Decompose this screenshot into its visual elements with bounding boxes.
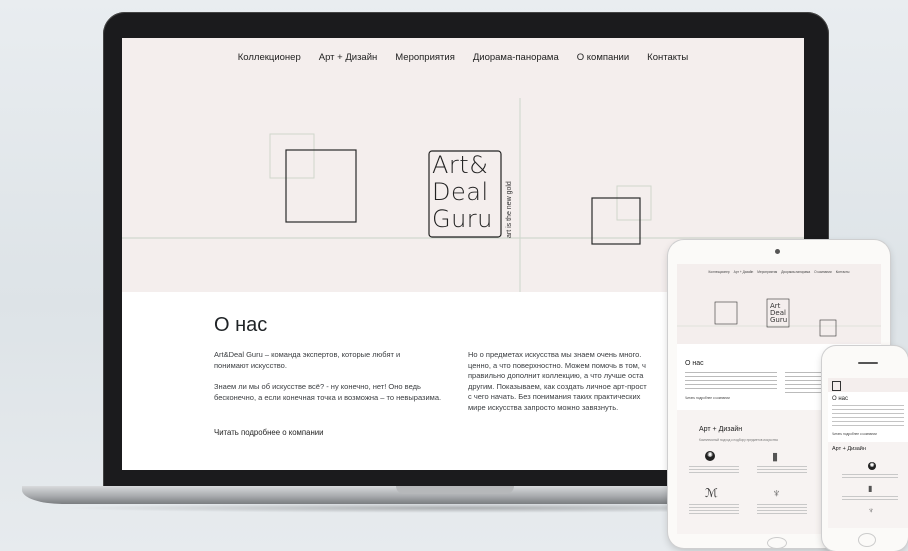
- logo-line-2: Deal: [432, 178, 489, 206]
- tablet-card-text: [689, 504, 739, 514]
- tablet-hero-decor: Art Deal Guru: [677, 298, 881, 337]
- phone-about-text: [832, 405, 904, 429]
- read-more-link[interactable]: Читать подробнее о компании: [214, 428, 324, 437]
- phone-card-text: [842, 474, 898, 480]
- phone-speaker: [858, 362, 878, 364]
- about-left-p1: Art&Deal Guru – команда экспертов, котор…: [214, 350, 401, 370]
- phone-card-text: [842, 496, 898, 502]
- lamp-icon: ♆: [772, 486, 781, 500]
- tablet-read-more[interactable]: Читать подробнее о компании: [685, 396, 730, 400]
- phone-read-more[interactable]: Читать подробнее о компании: [832, 432, 877, 436]
- frame-light-right: [616, 185, 652, 221]
- phone-home-button: [858, 533, 876, 547]
- about-left-p2: Знаем ли мы об искусстве всё? - ну конеч…: [214, 382, 442, 402]
- tablet-about-text: [685, 372, 777, 390]
- tablet-card-text: [757, 466, 807, 474]
- tablet-art-subtitle: Комплексный подход к подбору предметов и…: [699, 438, 778, 442]
- brand-logo[interactable]: Art& Deal Guru art is the new gold: [428, 150, 513, 240]
- tablet-card-text: [689, 466, 739, 474]
- logo-line-1: Art&: [432, 151, 489, 179]
- frame-dark-right: [591, 197, 641, 245]
- logo-tagline: art is the new gold: [506, 181, 513, 238]
- tablet-home-button: [767, 537, 787, 549]
- frame-light-left: [269, 133, 315, 179]
- logo-line-3: Guru: [432, 205, 493, 233]
- frame-dark-left: [285, 149, 357, 223]
- phone-logo[interactable]: [832, 381, 841, 391]
- about-title: О нас: [214, 314, 268, 336]
- lamp-icon: ♆: [868, 506, 874, 515]
- building-icon: ▮: [868, 484, 873, 493]
- sparkle-icon: ✺: [705, 451, 715, 461]
- tablet-art-title: Арт + Дизайн: [699, 426, 743, 433]
- tablet-hero: Коллекционер Арт + Дизайн Мероприятия Ди…: [677, 264, 881, 344]
- laptop-notch: [396, 486, 514, 494]
- tablet-card-text: [757, 504, 807, 514]
- tablet-about-title: О нас: [685, 360, 704, 367]
- tablet-camera: [775, 249, 780, 254]
- phone-screen: О нас Читать подробнее о компании Арт + …: [828, 378, 908, 528]
- phone-about-title: О нас: [832, 396, 848, 402]
- phone-art-title: Арт + Дизайн: [832, 446, 866, 452]
- sparkle-icon: ✺: [868, 462, 876, 470]
- building-icon: ▮: [772, 451, 779, 463]
- easel-icon: ℳ: [705, 486, 718, 500]
- svg-text:Guru: Guru: [770, 316, 787, 324]
